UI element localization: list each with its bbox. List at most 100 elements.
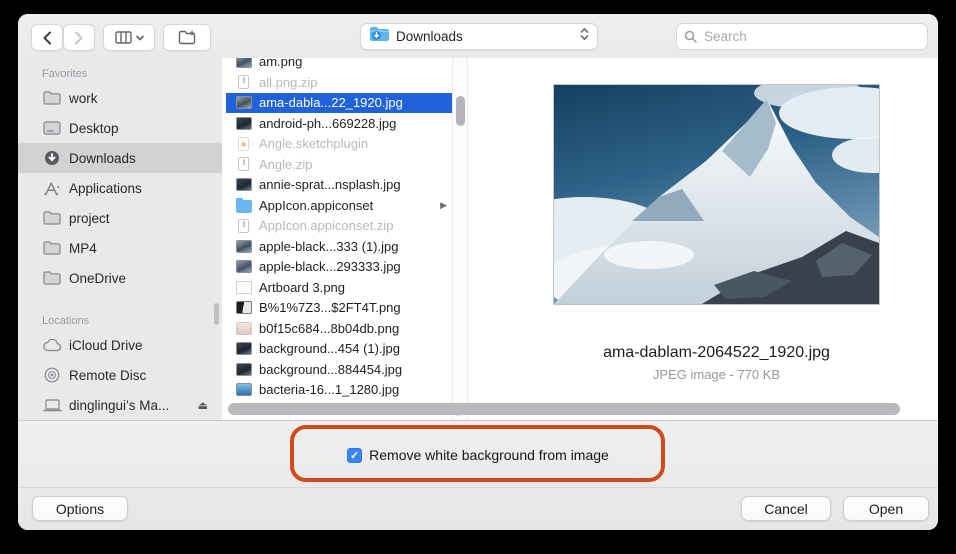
file-name: Artboard 3.png xyxy=(259,279,346,295)
sidebar-item-mp4[interactable]: MP4 xyxy=(18,233,222,263)
file-name: b0f15c684...8b04db.png xyxy=(259,320,400,336)
forward-button[interactable] xyxy=(63,24,95,51)
open-button[interactable]: Open xyxy=(843,496,929,521)
plugin-file-icon xyxy=(238,136,249,151)
back-button[interactable] xyxy=(31,24,63,51)
file-row[interactable]: annie-sprat...nsplash.jpg xyxy=(222,175,452,196)
cancel-button[interactable]: Cancel xyxy=(741,496,831,521)
chevron-left-icon xyxy=(42,31,52,45)
file-row[interactable]: android-ph...669228.jpg xyxy=(222,113,452,134)
sidebar-item-dinglingui-mac[interactable]: dinglingui’s Ma... ⏏ xyxy=(18,390,222,420)
image-file-icon xyxy=(236,280,252,294)
folder-icon xyxy=(42,91,62,105)
folder-icon xyxy=(236,197,252,213)
options-button[interactable]: Options xyxy=(32,496,128,521)
sidebar-item-work[interactable]: work xyxy=(18,83,222,113)
search-input[interactable] xyxy=(676,23,928,50)
file-list: am.png all.png.zip ama-dabla...22_1920.j… xyxy=(222,58,452,420)
folder-icon xyxy=(42,271,62,285)
file-browser: Favorites work Desktop Downloads Applica… xyxy=(18,58,938,420)
file-row[interactable]: all.png.zip xyxy=(222,72,452,93)
downloads-folder-icon xyxy=(369,26,389,47)
sidebar-section-locations: Locations xyxy=(42,315,90,327)
sidebar-item-label: work xyxy=(69,90,98,106)
file-row[interactable]: bacteria-16...1_1280.jpg xyxy=(222,380,452,401)
location-dropdown[interactable]: Downloads xyxy=(360,23,598,50)
preview-filename: ama-dablam-2064522_1920.jpg xyxy=(603,344,830,361)
file-row[interactable]: Artboard 3.png xyxy=(222,277,452,298)
remove-background-checkbox[interactable]: ✓ xyxy=(347,447,363,463)
zip-file-icon xyxy=(238,75,249,90)
file-row-selected[interactable]: ama-dabla...22_1920.jpg xyxy=(226,92,452,113)
cloud-icon xyxy=(42,338,62,352)
file-list-scrollbar-thumb[interactable] xyxy=(456,96,465,126)
desktop-icon xyxy=(42,121,62,135)
column-view-icon xyxy=(114,31,132,44)
file-name: android-ph...669228.jpg xyxy=(259,115,397,131)
file-row[interactable]: Angle.zip xyxy=(222,154,452,175)
image-file-icon xyxy=(236,383,252,397)
file-row[interactable]: background...454 (1).jpg xyxy=(222,339,452,360)
image-file-icon xyxy=(236,321,252,335)
location-dropdown-label: Downloads xyxy=(396,29,463,44)
sidebar-item-label: Desktop xyxy=(69,120,119,136)
image-file-icon xyxy=(236,301,252,315)
sidebar-item-desktop[interactable]: Desktop xyxy=(18,113,222,143)
file-row[interactable]: background...884454.jpg xyxy=(222,359,452,380)
image-file-icon xyxy=(236,116,252,130)
sidebar-item-icloud-drive[interactable]: iCloud Drive xyxy=(18,330,222,360)
image-file-icon xyxy=(236,178,252,192)
disclosure-triangle-icon[interactable]: ▶ xyxy=(440,200,447,211)
file-name: AppIcon.appiconset.zip xyxy=(259,218,394,234)
sidebar-item-label: iCloud Drive xyxy=(69,337,143,353)
file-row[interactable]: b0f15c684...8b04db.png xyxy=(222,318,452,339)
sidebar-item-label: OneDrive xyxy=(69,270,127,286)
dialog-footer: ✓ Remove white background from image Opt… xyxy=(18,420,938,530)
remove-background-checkbox-label[interactable]: Remove white background from image xyxy=(369,447,609,463)
sidebar-item-label: Applications xyxy=(69,180,142,196)
file-row[interactable]: AppIcon.appiconset ▶ xyxy=(222,195,452,216)
file-name: Angle.sketchplugin xyxy=(259,136,369,152)
eject-icon[interactable]: ⏏ xyxy=(198,399,208,412)
new-folder-button[interactable] xyxy=(163,24,211,51)
file-name: am.png xyxy=(259,58,303,70)
file-row[interactable]: am.png xyxy=(222,58,452,72)
file-row[interactable]: AppIcon.appiconset.zip xyxy=(222,216,452,237)
sidebar-item-label: dinglingui’s Ma... xyxy=(69,397,170,413)
laptop-icon xyxy=(42,398,62,412)
sidebar-scrollbar-thumb[interactable] xyxy=(214,303,219,325)
sidebar-item-project[interactable]: project xyxy=(18,203,222,233)
chevron-up-down-icon xyxy=(580,27,589,46)
horizontal-scrollbar-thumb[interactable] xyxy=(228,403,900,415)
zip-file-icon xyxy=(238,218,249,233)
applications-icon xyxy=(42,181,62,196)
chevron-down-icon xyxy=(135,35,144,41)
disc-icon xyxy=(42,367,62,383)
file-name: all.png.zip xyxy=(259,74,318,90)
file-row[interactable]: Angle.sketchplugin xyxy=(222,134,452,155)
file-row[interactable]: apple-black...333 (1).jpg xyxy=(222,236,452,257)
image-file-icon xyxy=(236,239,252,253)
preview-pane: ama-dablam-2064522_1920.jpg JPEG image -… xyxy=(468,58,938,420)
file-name: B%1%7Z3...$2FT4T.png xyxy=(259,300,401,316)
toolbar: Downloads xyxy=(18,14,938,59)
sidebar-item-downloads[interactable]: Downloads xyxy=(18,143,222,173)
view-mode-button[interactable] xyxy=(103,24,155,51)
file-list-scrollbar: || xyxy=(452,58,468,420)
file-row[interactable]: apple-black...293333.jpg xyxy=(222,257,452,278)
sidebar: Favorites work Desktop Downloads Applica… xyxy=(18,58,223,420)
image-file-icon xyxy=(236,362,252,376)
sidebar-item-onedrive[interactable]: OneDrive xyxy=(18,263,222,293)
downloads-icon xyxy=(42,150,62,166)
sidebar-item-remote-disc[interactable]: Remote Disc xyxy=(18,360,222,390)
folder-icon xyxy=(42,211,62,225)
file-row[interactable]: B%1%7Z3...$2FT4T.png xyxy=(222,298,452,319)
footer-divider xyxy=(18,487,938,488)
sidebar-item-applications[interactable]: Applications xyxy=(18,173,222,203)
sidebar-item-label: MP4 xyxy=(69,240,97,256)
file-name: bacteria-16...1_1280.jpg xyxy=(259,382,400,398)
file-name: background...454 (1).jpg xyxy=(259,341,400,357)
file-name: apple-black...333 (1).jpg xyxy=(259,238,399,254)
image-file-icon xyxy=(236,96,252,110)
folder-icon xyxy=(42,241,62,255)
